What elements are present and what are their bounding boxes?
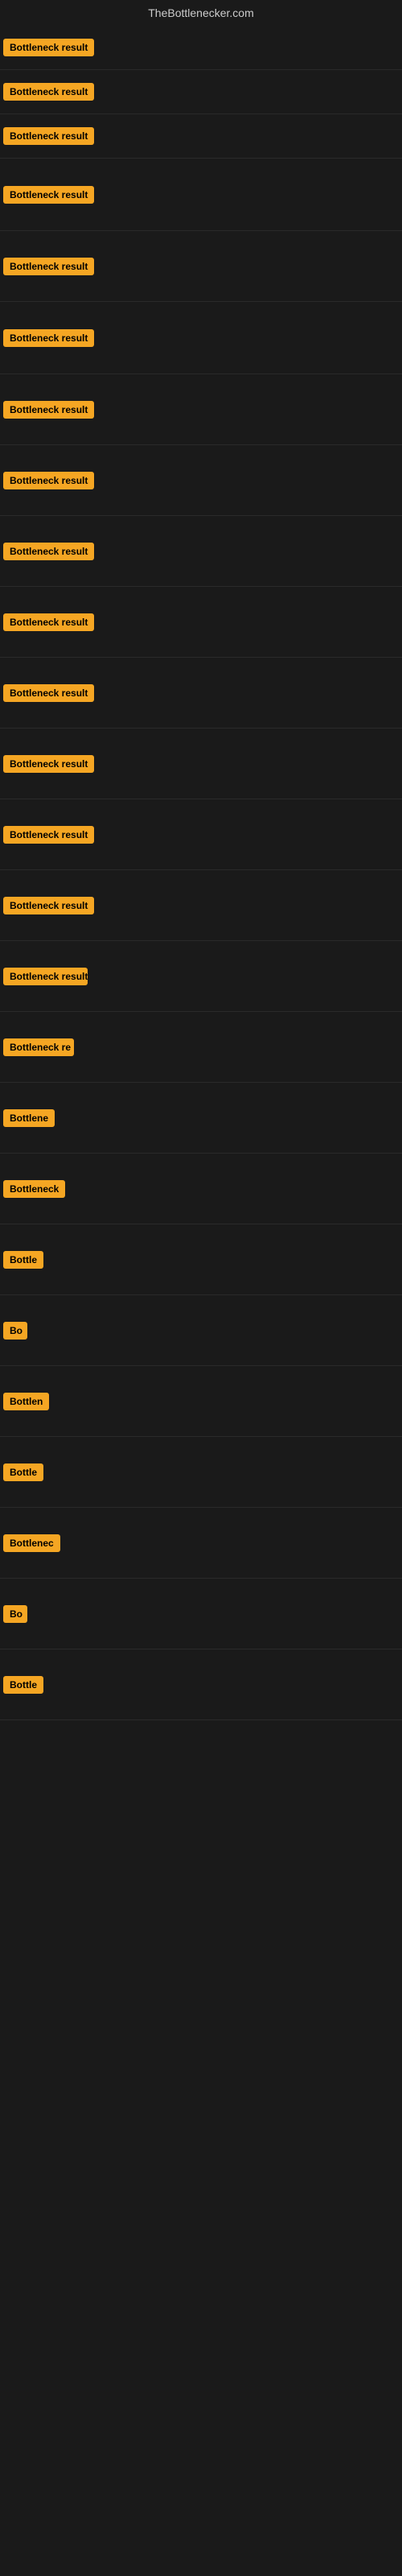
- bottleneck-badge[interactable]: Bottleneck result: [3, 83, 94, 101]
- site-title: TheBottlenecker.com: [0, 0, 402, 26]
- bottleneck-section: Bottleneck result: [0, 799, 402, 870]
- bottleneck-badge[interactable]: Bottleneck result: [3, 472, 94, 489]
- bottleneck-badge[interactable]: Bottle: [3, 1676, 43, 1694]
- bottleneck-badge[interactable]: Bottleneck result: [3, 897, 94, 914]
- bottleneck-section: Bottleneck: [0, 1154, 402, 1224]
- bottleneck-badge[interactable]: Bottlenec: [3, 1534, 60, 1552]
- bottleneck-badge[interactable]: Bottleneck result: [3, 968, 88, 985]
- bottleneck-section: Bottle: [0, 1649, 402, 1720]
- bottleneck-section: Bo: [0, 1295, 402, 1366]
- bottleneck-badge[interactable]: Bottleneck result: [3, 127, 94, 145]
- bottleneck-section: Bottleneck result: [0, 729, 402, 799]
- bottleneck-badge[interactable]: Bottleneck result: [3, 39, 94, 56]
- bottleneck-section: Bottleneck result: [0, 70, 402, 114]
- bottleneck-badge[interactable]: Bottleneck result: [3, 401, 94, 419]
- bottleneck-section: Bottleneck result: [0, 516, 402, 587]
- bottleneck-section: Bottleneck result: [0, 26, 402, 70]
- bottleneck-badge[interactable]: Bottle: [3, 1463, 43, 1481]
- bottleneck-badge[interactable]: Bottleneck result: [3, 755, 94, 773]
- items-container: Bottleneck result Bottleneck result Bottle…: [0, 26, 402, 1720]
- bottleneck-section: Bottleneck result: [0, 231, 402, 302]
- bottleneck-section: Bottleneck result: [0, 587, 402, 658]
- bottleneck-badge[interactable]: Bottleneck result: [3, 543, 94, 560]
- bottleneck-section: Bottleneck result: [0, 374, 402, 445]
- bottleneck-badge[interactable]: Bottleneck result: [3, 329, 94, 347]
- bottleneck-badge[interactable]: Bottleneck result: [3, 826, 94, 844]
- bottleneck-section: Bottleneck re: [0, 1012, 402, 1083]
- bottleneck-badge[interactable]: Bottleneck: [3, 1180, 65, 1198]
- bottleneck-section: Bottleneck result: [0, 870, 402, 941]
- bottleneck-badge[interactable]: Bottleneck re: [3, 1038, 74, 1056]
- bottleneck-badge[interactable]: Bo: [3, 1605, 27, 1623]
- bottleneck-section: Bottleneck result: [0, 302, 402, 374]
- bottleneck-section: Bottleneck result: [0, 114, 402, 159]
- bottleneck-section: Bottlen: [0, 1366, 402, 1437]
- bottleneck-badge[interactable]: Bo: [3, 1322, 27, 1340]
- bottleneck-badge[interactable]: Bottleneck result: [3, 186, 94, 204]
- bottleneck-badge[interactable]: Bottle: [3, 1251, 43, 1269]
- bottleneck-badge[interactable]: Bottlene: [3, 1109, 55, 1127]
- bottleneck-badge[interactable]: Bottleneck result: [3, 613, 94, 631]
- bottleneck-badge[interactable]: Bottleneck result: [3, 258, 94, 275]
- bottleneck-section: Bottleneck result: [0, 159, 402, 231]
- bottleneck-section: Bo: [0, 1579, 402, 1649]
- bottleneck-section: Bottleneck result: [0, 941, 402, 1012]
- bottleneck-section: Bottle: [0, 1437, 402, 1508]
- bottleneck-section: Bottlene: [0, 1083, 402, 1154]
- bottleneck-section: Bottleneck result: [0, 658, 402, 729]
- bottleneck-section: Bottle: [0, 1224, 402, 1295]
- bottleneck-section: Bottlenec: [0, 1508, 402, 1579]
- bottleneck-badge[interactable]: Bottlen: [3, 1393, 49, 1410]
- bottleneck-badge[interactable]: Bottleneck result: [3, 684, 94, 702]
- bottleneck-section: Bottleneck result: [0, 445, 402, 516]
